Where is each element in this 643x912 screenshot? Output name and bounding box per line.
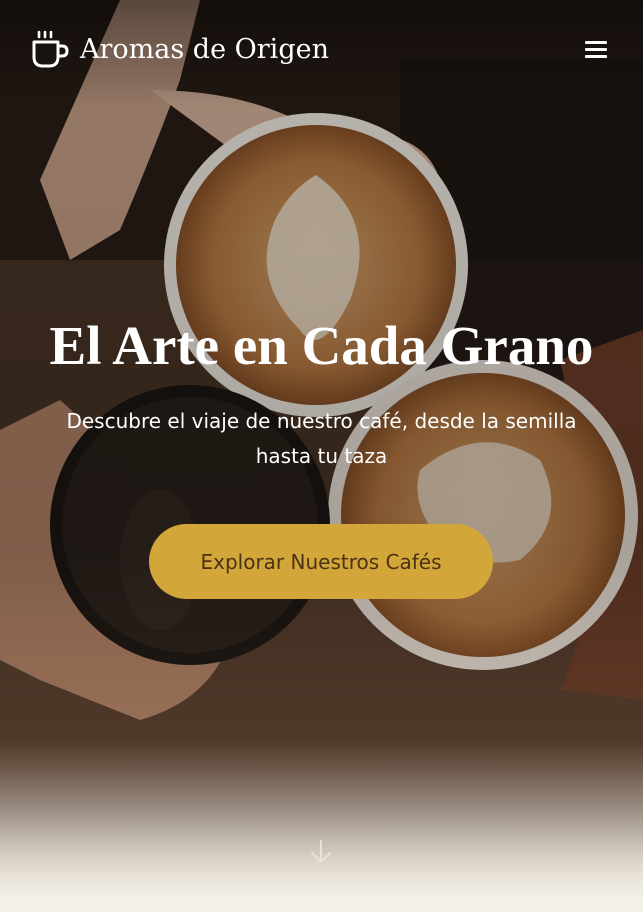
- hamburger-menu-icon[interactable]: [582, 36, 612, 64]
- site-header: Aromas de Origen: [0, 0, 643, 100]
- hero-title: El Arte en Cada Grano: [49, 315, 594, 376]
- explore-coffees-button[interactable]: Explorar Nuestros Cafés: [149, 524, 493, 599]
- menu-line: [585, 41, 607, 44]
- menu-line: [585, 48, 607, 51]
- coffee-cup-icon[interactable]: [31, 30, 71, 70]
- menu-line: [585, 55, 607, 58]
- hero-section: Aromas de Origen El Arte en Cada Grano D…: [0, 0, 643, 912]
- hero-subtitle: Descubre el viaje de nuestro café, desde…: [66, 409, 577, 468]
- brand-name[interactable]: Aromas de Origen: [80, 32, 329, 68]
- arrow-down-icon[interactable]: [309, 839, 333, 865]
